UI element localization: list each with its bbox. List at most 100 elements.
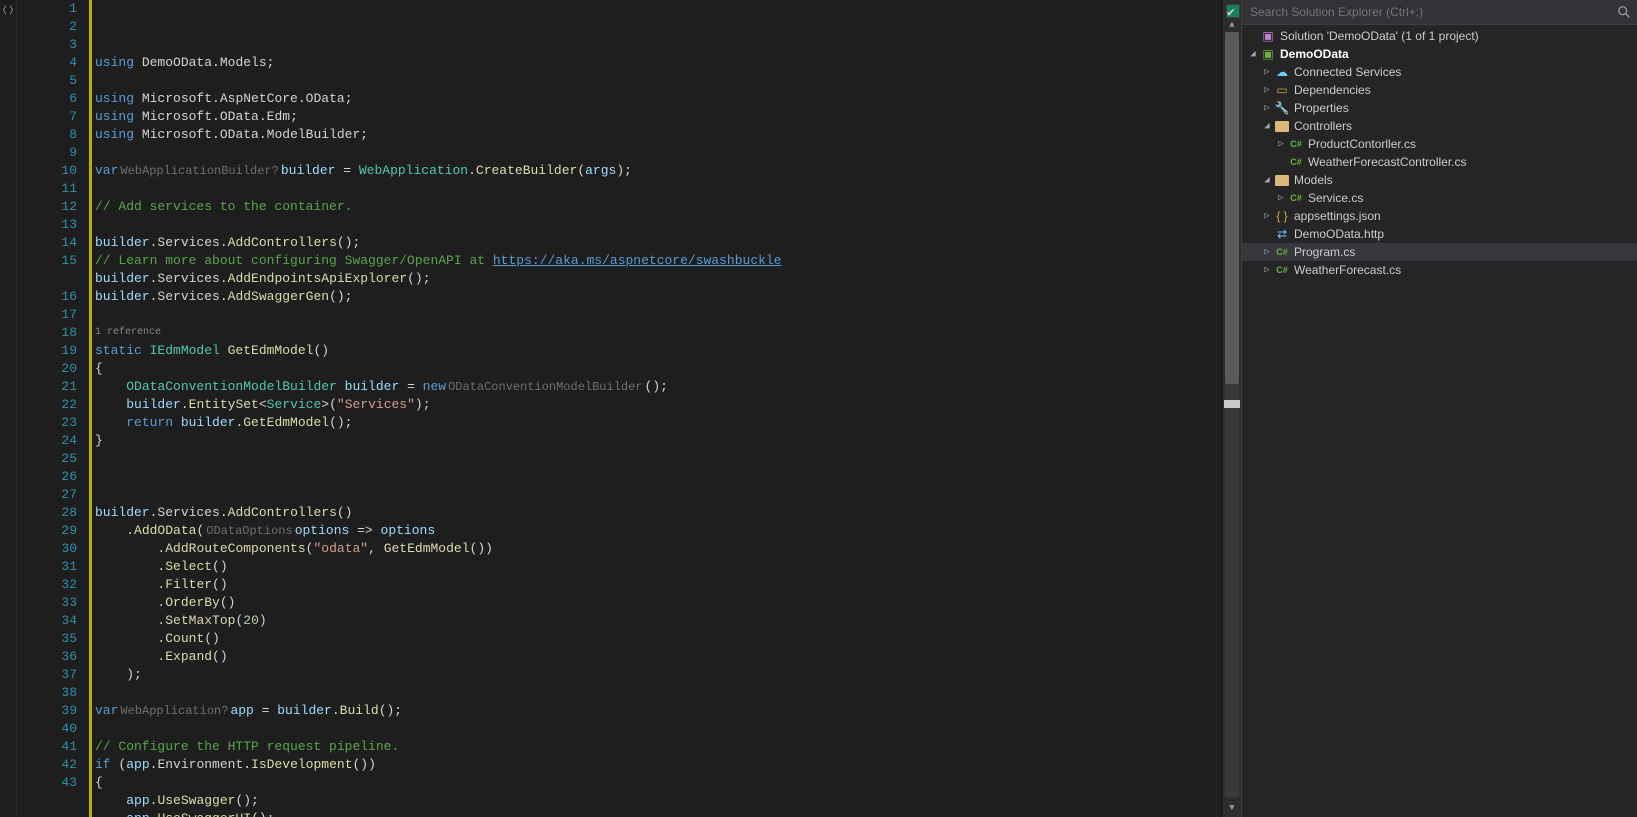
expand-toggle-icon[interactable]: ▷ bbox=[1260, 67, 1274, 77]
line-number: 32 bbox=[17, 576, 77, 594]
expand-toggle-icon[interactable]: ▷ bbox=[1260, 211, 1274, 221]
tree-node-label: Controllers bbox=[1294, 119, 1352, 133]
code-line[interactable]: builder.Services.AddEndpointsApiExplorer… bbox=[95, 270, 1223, 288]
code-line[interactable]: .Expand() bbox=[95, 648, 1223, 666]
code-editor[interactable]: 1234567891011121314151617181920212223242… bbox=[0, 0, 1241, 817]
tree-node[interactable]: ◢ Controllers bbox=[1242, 117, 1637, 135]
code-line[interactable]: .Filter() bbox=[95, 576, 1223, 594]
code-line[interactable] bbox=[95, 486, 1223, 504]
code-line[interactable]: .OrderBy() bbox=[95, 594, 1223, 612]
line-number: 36 bbox=[17, 648, 77, 666]
csharp-file-icon: C# bbox=[1274, 244, 1290, 260]
expand-toggle-icon[interactable]: ▷ bbox=[1260, 85, 1274, 95]
code-line[interactable] bbox=[95, 450, 1223, 468]
code-body[interactable]: using DemoOData.Models; using Microsoft.A… bbox=[89, 0, 1223, 817]
code-line[interactable] bbox=[95, 306, 1223, 324]
solution-tree[interactable]: ▣Solution 'DemoOData' (1 of 1 project)◢▣… bbox=[1242, 25, 1637, 817]
code-line[interactable]: using Microsoft.OData.Edm; bbox=[95, 108, 1223, 126]
line-number: 17 bbox=[17, 306, 77, 324]
code-line[interactable]: if (app.Environment.IsDevelopment()) bbox=[95, 756, 1223, 774]
line-number: 2 bbox=[17, 18, 77, 36]
code-line[interactable]: app.UseSwagger(); bbox=[95, 792, 1223, 810]
code-line[interactable] bbox=[95, 468, 1223, 486]
code-line[interactable]: { bbox=[95, 360, 1223, 378]
code-line[interactable] bbox=[95, 180, 1223, 198]
code-line[interactable]: return builder.GetEdmModel(); bbox=[95, 414, 1223, 432]
vertical-scrollbar[interactable] bbox=[1225, 32, 1239, 797]
nav-down-icon[interactable]: ▼ bbox=[1227, 803, 1237, 813]
code-line[interactable]: builder.Services.AddControllers() bbox=[95, 504, 1223, 522]
codelens[interactable]: 1 reference bbox=[95, 324, 1223, 342]
code-line[interactable]: .AddRouteComponents("odata", GetEdmModel… bbox=[95, 540, 1223, 558]
code-line[interactable]: builder.Services.AddControllers(); bbox=[95, 234, 1223, 252]
tree-node[interactable]: ◢▣DemoOData bbox=[1242, 45, 1637, 63]
code-line[interactable] bbox=[95, 216, 1223, 234]
expand-toggle-icon[interactable]: ▷ bbox=[1274, 139, 1288, 149]
code-line[interactable]: .Count() bbox=[95, 630, 1223, 648]
code-line[interactable]: using Microsoft.AspNetCore.OData; bbox=[95, 90, 1223, 108]
tree-node[interactable]: ◢Models bbox=[1242, 171, 1637, 189]
code-line[interactable]: // Learn more about configuring Swagger/… bbox=[95, 252, 1223, 270]
editor-scrollbar-strip[interactable]: ✔ ▲ ▼ bbox=[1223, 0, 1241, 817]
code-line[interactable]: ODataConventionModelBuilder builder = ne… bbox=[95, 378, 1223, 396]
tree-node[interactable]: ▷🔧Properties bbox=[1242, 99, 1637, 117]
search-icon[interactable] bbox=[1617, 5, 1631, 19]
code-line[interactable]: static IEdmModel GetEdmModel() bbox=[95, 342, 1223, 360]
expand-toggle-icon[interactable]: ▷ bbox=[1274, 193, 1288, 203]
tree-node[interactable]: ▷C#Program.cs bbox=[1242, 243, 1637, 261]
code-line[interactable]: } bbox=[95, 432, 1223, 450]
expand-toggle-icon[interactable]: ◢ bbox=[1260, 121, 1274, 131]
csharp-file-icon: C# bbox=[1274, 262, 1290, 278]
code-line[interactable]: // Configure the HTTP request pipeline. bbox=[95, 738, 1223, 756]
code-line[interactable]: var WebApplicationBuilder? builder = Web… bbox=[95, 162, 1223, 180]
line-number: 1 bbox=[17, 0, 77, 18]
tree-node[interactable]: ▣Solution 'DemoOData' (1 of 1 project) bbox=[1242, 27, 1637, 45]
doc-link[interactable]: https://aka.ms/aspnetcore/swashbuckle bbox=[493, 252, 782, 270]
code-line[interactable]: builder.EntitySet<Service>("Services"); bbox=[95, 396, 1223, 414]
tree-node[interactable]: ▷▭Dependencies bbox=[1242, 81, 1637, 99]
code-line[interactable] bbox=[95, 720, 1223, 738]
tree-node[interactable]: ▷☁Connected Services bbox=[1242, 63, 1637, 81]
code-line[interactable]: var WebApplication? app = builder.Build(… bbox=[95, 702, 1223, 720]
code-line[interactable]: using DemoOData.Models; bbox=[95, 54, 1223, 72]
code-line[interactable]: .SetMaxTop(20) bbox=[95, 612, 1223, 630]
line-number: 26 bbox=[17, 468, 77, 486]
code-brackets-icon bbox=[2, 4, 14, 20]
code-line[interactable] bbox=[95, 684, 1223, 702]
line-number: 9 bbox=[17, 144, 77, 162]
code-line[interactable]: .AddOData(ODataOptions options => option… bbox=[95, 522, 1223, 540]
expand-toggle-icon[interactable]: ◢ bbox=[1260, 175, 1274, 185]
solution-search-bar[interactable] bbox=[1242, 0, 1637, 25]
scrollbar-thumb[interactable] bbox=[1225, 32, 1239, 384]
expand-toggle-icon[interactable]: ◢ bbox=[1246, 49, 1260, 59]
code-line[interactable]: using Microsoft.OData.ModelBuilder; bbox=[95, 126, 1223, 144]
tree-node[interactable]: ▷C#ProductContorller.cs bbox=[1242, 135, 1637, 153]
tree-node[interactable]: ▷C#WeatherForecast.cs bbox=[1242, 261, 1637, 279]
code-line[interactable]: ); bbox=[95, 666, 1223, 684]
error-status-indicator[interactable]: ✔ bbox=[1226, 4, 1240, 18]
code-line[interactable]: builder.Services.AddSwaggerGen(); bbox=[95, 288, 1223, 306]
expand-toggle-icon[interactable]: ▷ bbox=[1260, 247, 1274, 257]
code-line[interactable] bbox=[95, 72, 1223, 90]
line-number: 28 bbox=[17, 504, 77, 522]
solution-search-input[interactable] bbox=[1248, 4, 1617, 20]
code-line[interactable]: // Add services to the container. bbox=[95, 198, 1223, 216]
nav-up-icon[interactable]: ▲ bbox=[1227, 20, 1237, 30]
tree-node-label: Connected Services bbox=[1294, 65, 1401, 79]
line-number: 39 bbox=[17, 702, 77, 720]
code-line[interactable] bbox=[95, 144, 1223, 162]
tree-node[interactable]: ▷C#Service.cs bbox=[1242, 189, 1637, 207]
tree-node[interactable]: ▷{ }appsettings.json bbox=[1242, 207, 1637, 225]
line-number: 21 bbox=[17, 378, 77, 396]
expand-toggle-icon[interactable]: ▷ bbox=[1260, 265, 1274, 275]
tree-node-label: WeatherForecastController.cs bbox=[1308, 155, 1467, 169]
inlay-hint: WebApplication? bbox=[118, 702, 230, 720]
tree-node[interactable]: ⇄DemoOData.http bbox=[1242, 225, 1637, 243]
code-line[interactable]: app.UseSwaggerUI(); bbox=[95, 810, 1223, 817]
tree-node[interactable]: C#WeatherForecastController.cs bbox=[1242, 153, 1637, 171]
code-line[interactable]: { bbox=[95, 774, 1223, 792]
expand-toggle-icon[interactable]: ▷ bbox=[1260, 103, 1274, 113]
code-line[interactable]: .Select() bbox=[95, 558, 1223, 576]
app-root: 1234567891011121314151617181920212223242… bbox=[0, 0, 1637, 817]
tree-node-label: Properties bbox=[1294, 101, 1349, 115]
